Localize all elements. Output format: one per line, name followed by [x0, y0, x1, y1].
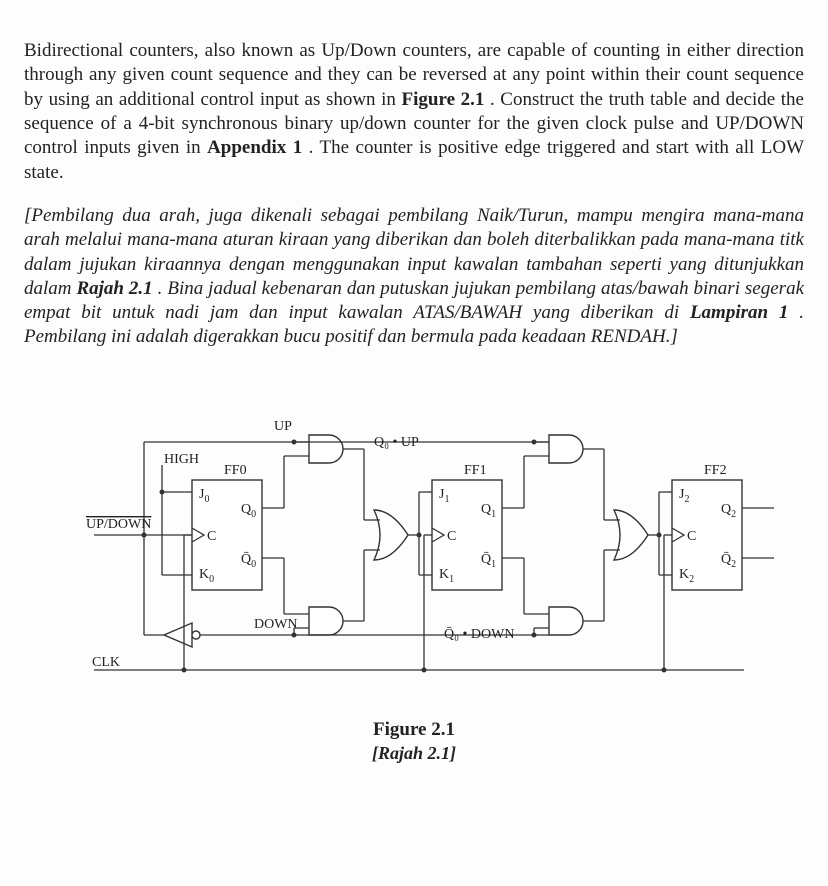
svg-text:C: C: [687, 529, 696, 544]
appendix-ref-ms: Lampiran 1: [690, 302, 788, 323]
appendix-ref: Appendix 1: [207, 137, 302, 158]
svg-text:Q₀ • UP: Q₀ • UP: [374, 435, 419, 450]
svg-text:FF2: FF2: [704, 463, 727, 478]
svg-text:DOWN: DOWN: [254, 617, 298, 632]
svg-text:FF1: FF1: [464, 463, 487, 478]
svg-text:UP/DOWN: UP/DOWN: [86, 517, 151, 532]
paragraph-malay: [Pembilang dua arah, juga dikenali sebag…: [24, 204, 804, 350]
caption-en: Figure 2.1: [24, 718, 804, 742]
svg-text:FF0: FF0: [224, 463, 247, 478]
caption-ms: [Rajah 2.1]: [24, 742, 804, 765]
figure-caption: Figure 2.1 [Rajah 2.1]: [24, 718, 804, 765]
svg-text:UP: UP: [274, 419, 292, 434]
figure-ref-ms: Rajah 2.1: [76, 278, 152, 299]
paragraph-english: Bidirectional counters, also known as Up…: [24, 39, 804, 185]
figure-ref: Figure 2.1: [402, 89, 485, 110]
svg-text:HIGH: HIGH: [164, 452, 199, 467]
svg-text:CLK: CLK: [92, 655, 120, 670]
svg-text:C: C: [447, 529, 456, 544]
circuit-diagram: J0 K0 C Q0 Q̄0 FF0 J1 K1 C Q1 Q̄1 FF1 J2…: [84, 410, 804, 765]
svg-text:C: C: [207, 529, 216, 544]
svg-text:Q̄₀ • DOWN: Q̄₀ • DOWN: [444, 626, 514, 642]
